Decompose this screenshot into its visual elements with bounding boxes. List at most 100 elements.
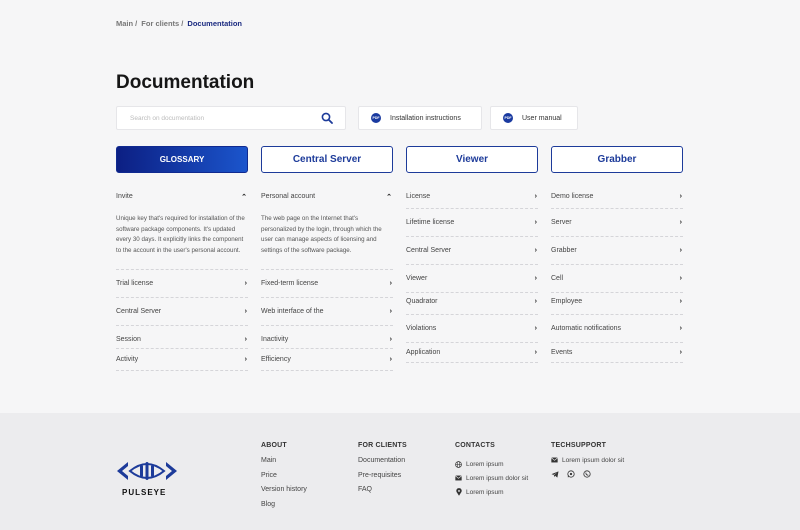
search-input[interactable] [117, 107, 307, 130]
footer-about-title: ABOUT [261, 442, 287, 449]
chevron-right-icon: › [679, 275, 682, 282]
glossary-item[interactable]: Inactivity › [261, 326, 393, 349]
glossary-item[interactable]: Trial license › [116, 270, 248, 298]
glossary-item-expanded[interactable]: Personal account ⌃ The web page on the I… [261, 187, 393, 270]
footer-techsupport: TECHSUPPORT Lorem ipsum dolor sit [551, 442, 624, 478]
footer-link-pre-requisites[interactable]: Pre-requisites [358, 472, 407, 481]
breadcrumb-link-main[interactable]: Main [116, 19, 133, 28]
contact-text: Lorem ipsum [466, 460, 504, 468]
footer-contacts-title: CONTACTS [455, 442, 495, 449]
contact-row[interactable]: Lorem ipsum [455, 457, 528, 471]
footer-link-version-history[interactable]: Version history [261, 486, 307, 495]
footer-contacts: CONTACTS Lorem ipsum Lorem ipsum dolor s… [455, 442, 528, 499]
page-title: Documentation [116, 72, 255, 93]
glossary-term: Lifetime license [406, 219, 455, 226]
breadcrumb: Main / For clients / Documentation [116, 19, 244, 28]
globe-icon [455, 460, 462, 468]
glossary-item[interactable]: Application › [406, 343, 538, 363]
installation-instructions-label: Installation instructions [390, 114, 461, 122]
pdf-icon: PDF [371, 113, 381, 123]
user-manual-label: User manual [522, 114, 562, 122]
glossary-item[interactable]: Grabber › [551, 237, 683, 265]
glossary-item[interactable]: Efficiency › [261, 349, 393, 371]
chevron-right-icon: › [679, 219, 682, 226]
glossary-item[interactable]: Server › [551, 209, 683, 237]
glossary-term: Automatic notifications [551, 325, 622, 332]
contact-text: Lorem ipsum dolor sit [466, 474, 529, 482]
tab-central-server[interactable]: Central Server [261, 146, 393, 173]
glossary-item[interactable]: Fixed-term license › [261, 270, 393, 298]
chevron-right-icon: › [534, 219, 537, 226]
chevron-right-icon: › [534, 349, 537, 356]
glossary-item[interactable]: Central Server › [116, 298, 248, 326]
glossary-item[interactable]: License › [406, 187, 538, 209]
tab-grabber[interactable]: Grabber [551, 146, 683, 173]
glossary-item[interactable]: Lifetime license › [406, 209, 538, 237]
glossary-item[interactable]: Events › [551, 343, 683, 363]
tab-glossary[interactable]: GLOSSARY [116, 146, 248, 173]
chevron-right-icon: › [389, 336, 392, 343]
social-links [551, 470, 624, 478]
glossary-term: Inactivity [261, 336, 289, 343]
glossary-item[interactable]: Demo license › [551, 187, 683, 209]
chevron-right-icon: › [389, 280, 392, 287]
chevron-right-icon: › [679, 325, 682, 332]
glossary-description: Unique key that's required for installat… [116, 215, 245, 254]
footer-link-main[interactable]: Main [261, 457, 307, 466]
chevron-right-icon: › [244, 280, 247, 287]
glossary-item[interactable]: Cell › [551, 265, 683, 293]
chevron-right-icon: › [244, 308, 247, 315]
chevron-right-icon: › [679, 247, 682, 254]
chevron-up-icon: ⌃ [241, 194, 247, 201]
glossary-term: Efficiency [261, 356, 291, 363]
glossary-item[interactable]: Central Server › [406, 237, 538, 265]
glossary-term: Quadrator [406, 298, 438, 305]
glossary-term: Central Server [116, 308, 162, 315]
glossary-item[interactable]: Activity › [116, 349, 248, 371]
breadcrumb-current: Documentation [187, 19, 242, 28]
glossary-item[interactable]: Viewer › [406, 265, 538, 293]
pulseye-logo[interactable] [116, 456, 178, 486]
contact-row[interactable]: Lorem ipsum [455, 485, 528, 499]
footer-techsupport-title: TECHSUPPORT [551, 442, 607, 449]
contact-text: Lorem ipsum [466, 488, 504, 496]
chevron-right-icon: › [244, 356, 247, 363]
footer-link-documentation[interactable]: Documentation [358, 457, 407, 466]
glossary-term: Demo license [551, 193, 594, 200]
chevron-right-icon: › [389, 308, 392, 315]
glossary-item[interactable]: Quadrator › [406, 293, 538, 315]
glossary-term: Viewer [406, 275, 428, 282]
glossary-item[interactable]: Session › [116, 326, 248, 349]
chevron-right-icon: › [534, 275, 537, 282]
glossary-term: Session [116, 336, 141, 343]
footer-link-blog[interactable]: Blog [261, 501, 307, 510]
footer-link-faq[interactable]: FAQ [358, 486, 407, 495]
glossary-column-2: Personal account ⌃ The web page on the I… [261, 187, 393, 371]
search-box [116, 106, 346, 130]
glossary-term: Application [406, 349, 441, 356]
installation-instructions-button[interactable]: PDF Installation instructions [358, 106, 482, 130]
glossary-term: Server [551, 219, 572, 226]
chevron-right-icon: › [679, 298, 682, 305]
user-manual-button[interactable]: PDF User manual [490, 106, 578, 130]
tab-viewer[interactable]: Viewer [406, 146, 538, 173]
glossary-term: Cell [551, 275, 564, 282]
glossary-item-expanded[interactable]: Invite ⌃ Unique key that's required for … [116, 187, 248, 270]
search-icon[interactable] [321, 112, 333, 124]
techsupport-text: Lorem ipsum dolor sit [562, 456, 625, 464]
glossary-column-3: License › Lifetime license › Central Serve… [406, 187, 538, 363]
glossary-item[interactable]: Automatic notifications › [551, 315, 683, 343]
glossary-item[interactable]: Violations › [406, 315, 538, 343]
glossary-item[interactable]: Web interface of the › [261, 298, 393, 326]
footer-link-price[interactable]: Price [261, 472, 307, 481]
chevron-right-icon: › [389, 356, 392, 363]
glossary-item[interactable]: Employee › [551, 293, 683, 315]
pdf-icon: PDF [503, 113, 513, 123]
contact-row[interactable]: Lorem ipsum dolor sit [455, 471, 528, 485]
breadcrumb-link-for-clients[interactable]: For clients [141, 19, 179, 28]
telegram-icon[interactable] [551, 470, 559, 478]
viber-icon[interactable] [583, 470, 591, 478]
techsupport-row[interactable]: Lorem ipsum dolor sit [551, 453, 624, 467]
chevron-right-icon: › [534, 193, 537, 200]
whatsapp-icon[interactable] [567, 470, 575, 478]
